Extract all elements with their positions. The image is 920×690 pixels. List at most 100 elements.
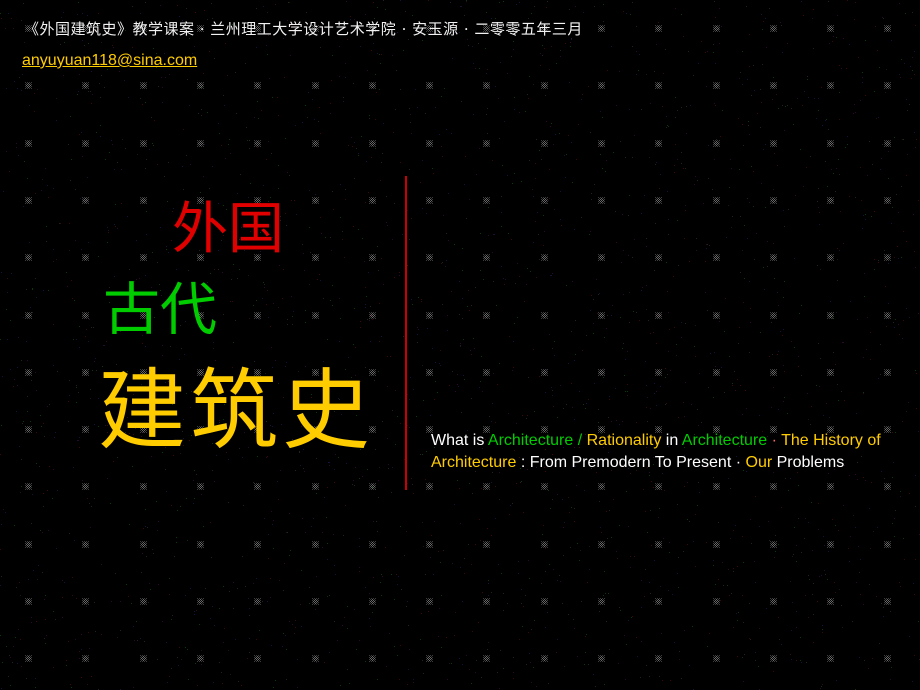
- background-dot: [445, 266, 446, 267]
- background-dot: [660, 386, 661, 387]
- background-dot: [706, 542, 707, 543]
- background-dot: [728, 478, 729, 479]
- background-dot: [662, 473, 663, 474]
- background-dot: [698, 63, 699, 64]
- background-dot: [287, 324, 288, 325]
- sparkle-icon: [483, 655, 490, 662]
- background-dot: [30, 421, 31, 422]
- background-dot: [459, 658, 460, 659]
- background-dot: [195, 12, 196, 13]
- background-dot: [257, 101, 258, 102]
- background-dot: [754, 90, 755, 91]
- background-dot: [709, 633, 710, 634]
- background-dot: [870, 359, 871, 360]
- background-dot: [411, 133, 412, 134]
- background-dot: [230, 674, 231, 675]
- background-dot: [602, 117, 603, 118]
- background-dot: [504, 121, 505, 122]
- background-dot: [87, 684, 88, 685]
- background-dot: [479, 519, 480, 520]
- background-dot: [596, 279, 597, 280]
- background-dot: [689, 261, 690, 262]
- background-dot: [497, 384, 498, 385]
- background-dot: [394, 599, 395, 600]
- background-dot: [369, 618, 370, 619]
- background-dot: [582, 350, 583, 351]
- background-dot: [458, 386, 459, 387]
- background-dot: [744, 278, 745, 279]
- title-architecture-history: 建筑史: [98, 359, 375, 462]
- background-dot: [552, 348, 553, 349]
- background-dot: [161, 77, 162, 78]
- background-dot: [21, 360, 22, 361]
- background-dot: [737, 566, 738, 567]
- sparkle-icon: [312, 541, 319, 548]
- background-dot: [182, 166, 183, 167]
- background-dot: [267, 601, 268, 602]
- sparkle-icon: [541, 483, 548, 490]
- background-dot: [273, 520, 274, 521]
- background-dot: [703, 203, 704, 204]
- background-dot: [710, 353, 711, 354]
- background-dot: [442, 156, 443, 157]
- background-dot: [162, 621, 163, 622]
- background-dot: [79, 437, 80, 438]
- background-dot: [681, 107, 682, 108]
- background-dot: [488, 235, 489, 236]
- background-dot: [62, 597, 63, 598]
- background-dot: [1, 688, 2, 689]
- background-dot: [13, 386, 14, 387]
- background-dot: [213, 682, 214, 683]
- background-dot: [844, 400, 845, 401]
- background-dot: [212, 166, 213, 167]
- background-dot: [423, 546, 424, 547]
- background-dot: [393, 132, 394, 133]
- background-dot: [284, 77, 285, 78]
- background-dot: [606, 511, 607, 512]
- background-dot: [669, 552, 670, 553]
- email-link[interactable]: anyuyuan118@sina.com: [22, 52, 197, 70]
- background-dot: [152, 252, 153, 253]
- subtitle-segment: Architecture: [681, 432, 768, 449]
- background-dot: [145, 526, 146, 527]
- background-dot: [749, 603, 750, 604]
- background-dot: [849, 561, 850, 562]
- background-dot: [17, 367, 18, 368]
- background-dot: [129, 269, 130, 270]
- background-dot: [737, 379, 738, 380]
- sparkle-icon: [254, 541, 261, 548]
- background-dot: [810, 156, 811, 157]
- background-dot: [667, 125, 668, 126]
- background-dot: [599, 501, 600, 502]
- background-dot: [743, 302, 744, 303]
- background-dot: [666, 116, 667, 117]
- background-dot: [428, 0, 429, 1]
- background-dot: [409, 427, 410, 428]
- background-dot: [678, 417, 679, 418]
- background-dot: [268, 558, 269, 559]
- background-dot: [435, 381, 436, 382]
- background-dot: [365, 307, 366, 308]
- background-dot: [199, 624, 200, 625]
- background-dot: [907, 154, 908, 155]
- background-dot: [655, 164, 656, 165]
- background-dot: [42, 532, 43, 533]
- background-dot: [82, 156, 83, 157]
- background-dot: [582, 94, 583, 95]
- background-dot: [552, 499, 553, 500]
- background-dot: [900, 77, 901, 78]
- background-dot: [675, 8, 676, 9]
- background-dot: [882, 144, 883, 145]
- background-dot: [870, 332, 871, 333]
- background-dot: [915, 559, 916, 560]
- background-dot: [862, 228, 863, 229]
- background-dot: [641, 607, 642, 608]
- background-dot: [543, 215, 544, 216]
- background-dot: [642, 287, 643, 288]
- background-dot: [566, 285, 567, 286]
- background-dot: [668, 219, 669, 220]
- background-dot: [70, 116, 71, 117]
- background-dot: [593, 299, 594, 300]
- background-dot: [686, 133, 687, 134]
- background-dot: [867, 175, 868, 176]
